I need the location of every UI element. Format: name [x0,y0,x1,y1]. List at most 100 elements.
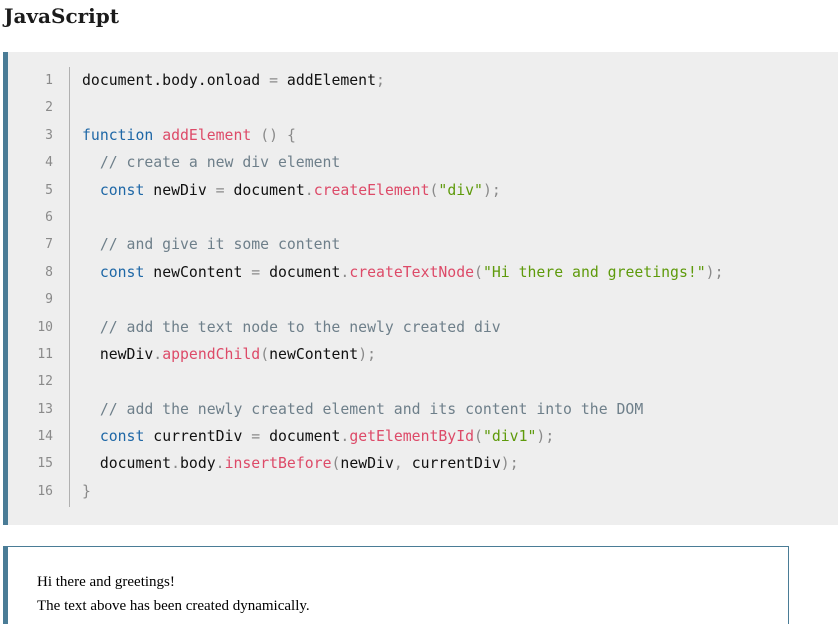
code-token: ); [705,263,724,281]
code-token: = [215,181,225,199]
code-token: . [340,428,350,446]
code-text: document.body.onload = addElement; [82,67,385,94]
code-token: . [171,455,181,473]
code-line: 1 document.body.onload = addElement; [8,67,838,94]
code-token: currentDiv [144,428,252,446]
line-number: 10 [37,319,53,335]
code-text: // add the newly created element and its… [82,396,643,423]
code-line: 9 [8,286,838,313]
code-line: 14 const currentDiv = document.getElemen… [8,423,838,450]
code-token: ); [358,345,377,363]
code-token: createElement [313,181,430,199]
code-token: document [224,181,305,199]
line-number: 14 [37,429,53,445]
line-number: 2 [45,100,53,116]
line-number: 4 [45,155,53,171]
code-token: // add the newly created element and its… [82,400,644,418]
code-token: ; [376,72,385,89]
code-token: // add the text node to the newly create… [82,318,501,336]
code-token: document [260,263,341,281]
code-token: () [260,126,279,144]
code-token: ); [536,428,555,446]
line-number: 11 [37,346,53,362]
code-token: ); [482,181,501,199]
code-token: document.body.onload [82,72,270,89]
code-text: function addElement () { [82,122,296,149]
code-token: newDiv [82,345,154,363]
code-token: newDiv [340,455,394,473]
code-token: currentDiv [402,455,501,473]
line-number: 13 [37,401,53,417]
code-text: // add the text node to the newly create… [82,314,501,341]
code-line: 11 newDiv.appendChild(newContent); [8,341,838,368]
line-number: 1 [45,73,53,88]
code-token: // create a new div element [82,154,341,172]
code-line: 8 const newContent = document.createText… [8,259,838,286]
line-number: 9 [45,292,53,308]
code-line: 15 document.body.insertBefore(newDiv, cu… [8,450,838,477]
code-token: , [393,455,403,473]
code-text: document.body.insertBefore(newDiv, curre… [82,450,519,477]
output-greeting: Hi there and greetings! [37,574,175,590]
code-token: // and give it some content [82,236,341,254]
code-token: createTextNode [349,263,475,281]
code-text: const newContent = document.createTextNo… [82,259,724,286]
code-token: insertBefore [224,455,332,473]
line-number: 8 [45,264,53,280]
code-line: 2 [8,94,838,121]
code-token: "Hi there and greetings!" [482,263,706,281]
code-token: addElement [278,72,376,89]
code-token: . [340,263,350,281]
code-token: body [180,455,216,473]
code-token: ( [474,263,483,281]
code-token: const [99,428,145,446]
code-text: const newDiv = document.createElement("d… [82,177,501,204]
code-token: ( [474,428,483,446]
code-line: 6 [8,204,838,231]
code-token: = [251,263,261,281]
code-token: newDiv [144,181,216,199]
code-token: . [215,455,225,473]
code-line: 16} [8,478,838,505]
line-number: 12 [37,374,53,390]
code-token: document [82,455,172,473]
page-title: JavaScript [4,4,119,28]
code-token: "div1" [482,428,537,446]
code-text: newDiv.appendChild(newContent); [82,341,376,368]
code-token: getElementById [349,428,475,446]
code-token: "div" [438,181,483,199]
code-token: = [251,428,261,446]
code-text: // create a new div element [82,149,341,176]
code-token: newContent [269,345,359,363]
code-token: newContent [144,263,252,281]
code-token: addElement [162,126,252,144]
output-box: Hi there and greetings! The text above h… [3,546,789,624]
code-token: ( [260,345,270,363]
code-text: const currentDiv = document.getElementBy… [82,423,554,450]
code-block: 1 document.body.onload = addElement; 2 3 fun… [3,52,838,525]
code-text: } [82,478,91,505]
code-token: const [99,263,145,281]
code-token: const [99,181,145,199]
code-line: 13 // add the newly created element and … [8,396,838,423]
line-number: 16 [37,483,53,499]
code-token: . [304,181,314,199]
line-number: 3 [45,127,53,143]
code-token: { [286,126,296,144]
code-token: } [82,482,91,500]
line-number: 6 [45,209,53,225]
code-text: // and give it some content [82,231,341,258]
output-description: The text above has been created dynamica… [37,598,310,614]
code-line: 12 [8,368,838,395]
code-line: 7 // and give it some content [8,231,838,258]
code-line: 4 // create a new div element [8,149,838,176]
line-number: 7 [45,237,53,253]
code-token: appendChild [162,345,261,363]
code-token: function [82,126,154,144]
code-token: . [153,345,163,363]
